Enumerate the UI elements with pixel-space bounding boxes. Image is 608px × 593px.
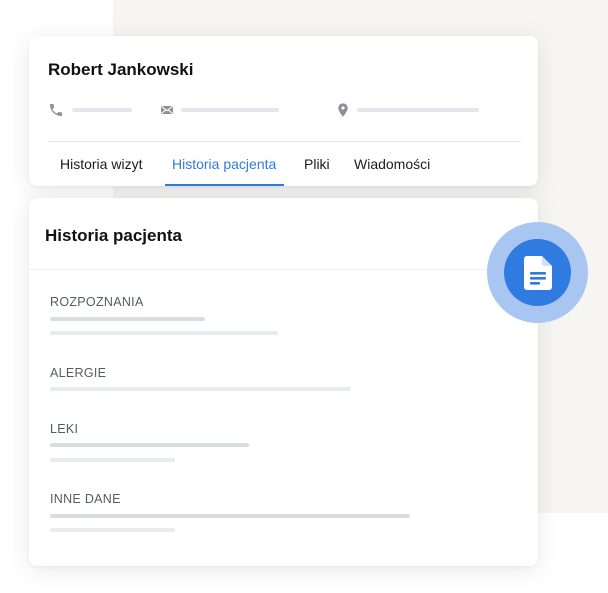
patient-history-card: Historia pacjenta ROZPOZNANIA ALERGIE LE… [29,198,538,566]
placeholder-line [50,514,410,518]
tab-pliki[interactable]: Pliki [304,142,330,186]
location-pin-icon [338,103,348,117]
placeholder-line [50,317,205,321]
history-title: Historia pacjenta [45,226,182,245]
contact-row [48,100,518,120]
section-label-alergie: ALERGIE [50,366,107,380]
section-label-rozpoznania: ROZPOZNANIA [50,295,144,309]
placeholder-line [50,443,249,447]
mail-icon [160,105,174,115]
tab-historia-pacjenta[interactable]: Historia pacjenta [164,142,285,186]
phone-icon [50,104,62,116]
divider [29,269,538,270]
placeholder-line [50,458,175,462]
phone-placeholder-line [72,108,132,112]
placeholder-line [50,331,278,335]
tab-wiadomosci[interactable]: Wiadomości [354,142,430,186]
section-label-inne-dane: INNE DANE [50,492,121,506]
address-placeholder-line [357,108,479,112]
email-placeholder-line [181,108,279,112]
document-fab-button[interactable] [504,239,571,306]
placeholder-line [50,387,351,391]
patient-name: Robert Jankowski [48,60,194,79]
placeholder-line [50,528,175,532]
document-icon [524,256,552,290]
patient-card: Robert Jankowski Historia wizyt Historia… [29,36,538,186]
section-label-leki: LEKI [50,422,79,436]
tab-historia-wizyt[interactable]: Historia wizyt [60,142,142,186]
